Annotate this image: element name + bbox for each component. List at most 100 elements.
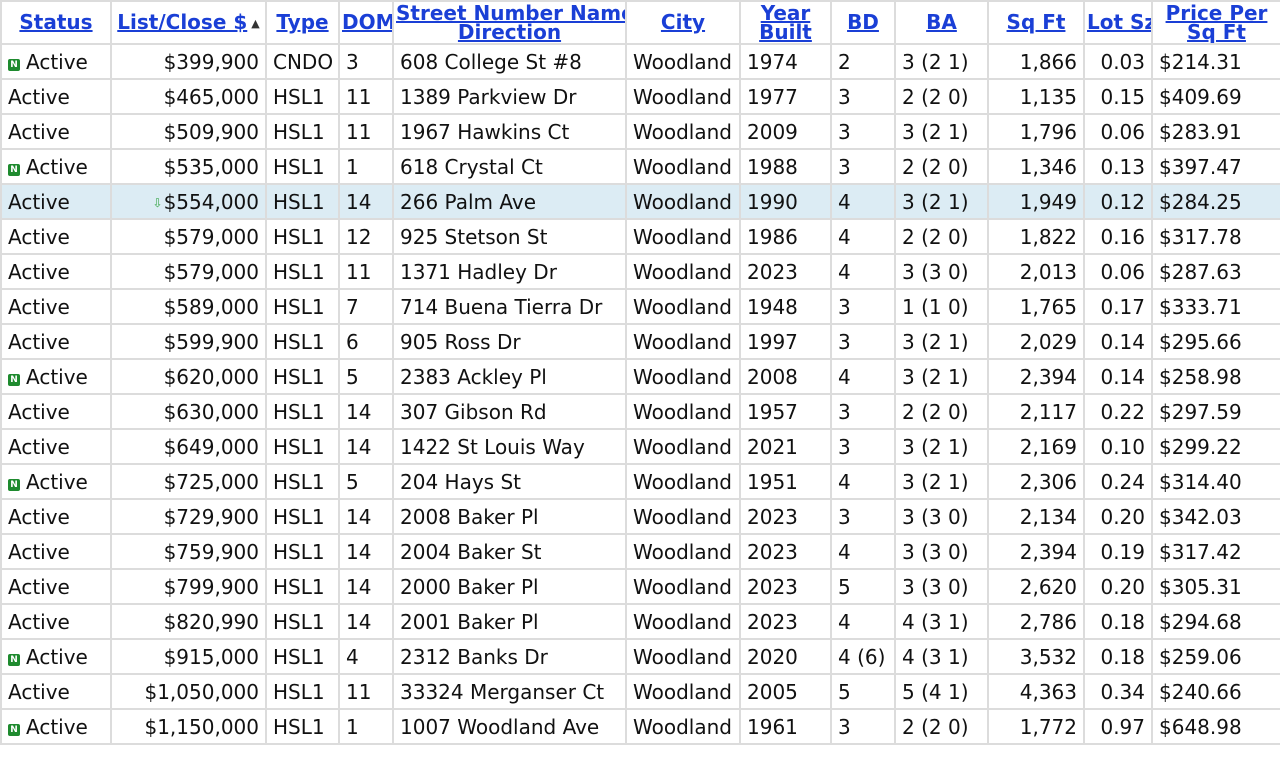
header-status[interactable]: Status [0, 0, 112, 45]
status-text[interactable]: Active [26, 470, 88, 494]
address-cell[interactable]: 204 Hays St [392, 463, 627, 500]
status-cell[interactable]: Active [0, 428, 112, 465]
table-row[interactable]: Active $599,900 HSL1 6 905 Ross Dr Woodland 19… [0, 323, 1280, 360]
address-cell[interactable]: 618 Crystal Ct [392, 148, 627, 185]
table-row[interactable]: N Active $620,000 HSL1 5 2383 Ackley Pl Woodla… [0, 358, 1280, 395]
sort-sqft-link[interactable]: Sq Ft [1007, 10, 1066, 34]
header-ba[interactable]: BA [894, 0, 989, 45]
status-cell[interactable]: N Active [0, 358, 112, 395]
status-text[interactable]: Active [8, 330, 70, 354]
header-year-built[interactable]: Year Built [739, 0, 832, 45]
table-row[interactable]: Active $799,900 HSL1 14 2000 Baker Pl Woodlan… [0, 568, 1280, 605]
sort-dom-link[interactable]: DOM [342, 10, 391, 34]
status-text[interactable]: Active [8, 435, 70, 459]
table-row[interactable]: Active $579,000 HSL1 11 1371 Hadley Dr Woodla… [0, 253, 1280, 290]
table-row[interactable]: Active $579,000 HSL1 12 925 Stetson St Woodla… [0, 218, 1280, 255]
table-row[interactable]: Active $589,000 HSL1 7 714 Buena Tierra Dr Wo… [0, 288, 1280, 325]
header-dom[interactable]: DOM [338, 0, 394, 45]
status-text[interactable]: Active [8, 505, 70, 529]
table-row[interactable]: Active $1,050,000 HSL1 11 33324 Merganser Ct… [0, 673, 1280, 710]
status-cell[interactable]: Active [0, 393, 112, 430]
address-cell[interactable]: 33324 Merganser Ct [392, 673, 627, 710]
sort-ascending-icon[interactable]: ▲ [251, 14, 259, 33]
status-text[interactable]: Active [8, 610, 70, 634]
address-cell[interactable]: 1389 Parkview Dr [392, 78, 627, 115]
address-cell[interactable]: 1007 Woodland Ave [392, 708, 627, 745]
sort-address-link[interactable]: Street Number Name Direction [396, 3, 624, 42]
table-row[interactable]: Active $630,000 HSL1 14 307 Gibson Rd Woodlan… [0, 393, 1280, 430]
header-city[interactable]: City [625, 0, 741, 45]
status-cell[interactable]: N Active [0, 638, 112, 675]
address-cell[interactable]: 2004 Baker St [392, 533, 627, 570]
status-text[interactable]: Active [8, 190, 70, 214]
status-text[interactable]: Active [26, 715, 88, 739]
sort-lot-link[interactable]: Lot Sz [1087, 10, 1150, 34]
table-row[interactable]: Active $729,900 HSL1 14 2008 Baker Pl Woodlan… [0, 498, 1280, 535]
header-type[interactable]: Type [265, 0, 340, 45]
address-cell[interactable]: 307 Gibson Rd [392, 393, 627, 430]
sort-ppsf-link[interactable]: Price Per Sq Ft [1166, 3, 1268, 42]
status-cell[interactable]: Active [0, 603, 112, 640]
status-text[interactable]: Active [26, 645, 88, 669]
status-text[interactable]: Active [26, 365, 88, 389]
status-cell[interactable]: N Active [0, 43, 112, 80]
sort-bd-link[interactable]: BD [847, 10, 879, 34]
header-bd[interactable]: BD [830, 0, 896, 45]
status-text[interactable]: Active [8, 575, 70, 599]
table-row[interactable]: N Active $1,150,000 HSL1 1 1007 Woodland Ave W… [0, 708, 1280, 745]
status-text[interactable]: Active [26, 50, 88, 74]
status-cell[interactable]: Active [0, 323, 112, 360]
status-cell[interactable]: Active [0, 218, 112, 255]
status-text[interactable]: Active [8, 260, 70, 284]
status-cell[interactable]: Active [0, 533, 112, 570]
header-lot-size[interactable]: Lot Sz [1083, 0, 1153, 45]
status-text[interactable]: Active [8, 680, 70, 704]
status-cell[interactable]: Active [0, 78, 112, 115]
status-text[interactable]: Active [8, 400, 70, 424]
table-row[interactable]: Active $759,900 HSL1 14 2004 Baker St Woodlan… [0, 533, 1280, 570]
address-cell[interactable]: 1967 Hawkins Ct [392, 113, 627, 150]
status-cell[interactable]: Active [0, 113, 112, 150]
status-text[interactable]: Active [8, 225, 70, 249]
status-cell[interactable]: Active [0, 673, 112, 710]
address-cell[interactable]: 2008 Baker Pl [392, 498, 627, 535]
status-cell[interactable]: Active [0, 568, 112, 605]
table-row[interactable]: Active ⇩$554,000 HSL1 14 266 Palm Ave Woodlan… [0, 183, 1280, 220]
sort-city-link[interactable]: City [661, 10, 705, 34]
address-cell[interactable]: 925 Stetson St [392, 218, 627, 255]
sort-year-link[interactable]: Year Built [759, 3, 812, 42]
status-cell[interactable]: Active [0, 183, 112, 220]
table-row[interactable]: N Active $915,000 HSL1 4 2312 Banks Dr Woodlan… [0, 638, 1280, 675]
sort-ba-link[interactable]: BA [926, 10, 957, 34]
status-text[interactable]: Active [26, 155, 88, 179]
table-row[interactable]: Active $465,000 HSL1 11 1389 Parkview Dr Wood… [0, 78, 1280, 115]
status-cell[interactable]: Active [0, 253, 112, 290]
table-row[interactable]: Active $509,900 HSL1 11 1967 Hawkins Ct Woodl… [0, 113, 1280, 150]
status-text[interactable]: Active [8, 85, 70, 109]
address-cell[interactable]: 905 Ross Dr [392, 323, 627, 360]
address-cell[interactable]: 2001 Baker Pl [392, 603, 627, 640]
table-row[interactable]: Active $820,990 HSL1 14 2001 Baker Pl Woodlan… [0, 603, 1280, 640]
sort-type-link[interactable]: Type [276, 10, 328, 34]
status-text[interactable]: Active [8, 120, 70, 144]
address-cell[interactable]: 2312 Banks Dr [392, 638, 627, 675]
header-address[interactable]: Street Number Name Direction [392, 0, 627, 45]
sort-price-link[interactable]: List/Close $ [117, 10, 247, 34]
address-cell[interactable]: 1422 St Louis Way [392, 428, 627, 465]
sort-status-link[interactable]: Status [19, 10, 92, 34]
status-cell[interactable]: N Active [0, 463, 112, 500]
status-cell[interactable]: N Active [0, 148, 112, 185]
header-price[interactable]: List/Close $ ▲ [110, 0, 267, 45]
address-cell[interactable]: 266 Palm Ave [392, 183, 627, 220]
status-cell[interactable]: Active [0, 288, 112, 325]
header-sqft[interactable]: Sq Ft [987, 0, 1085, 45]
table-row[interactable]: N Active $725,000 HSL1 5 204 Hays St Woodland 1… [0, 463, 1280, 500]
address-cell[interactable]: 608 College St #8 [392, 43, 627, 80]
address-cell[interactable]: 2383 Ackley Pl [392, 358, 627, 395]
address-cell[interactable]: 1371 Hadley Dr [392, 253, 627, 290]
status-text[interactable]: Active [8, 295, 70, 319]
address-cell[interactable]: 2000 Baker Pl [392, 568, 627, 605]
status-cell[interactable]: Active [0, 498, 112, 535]
table-row[interactable]: N Active $399,900 CNDO 3 608 College St #8 Woo… [0, 43, 1280, 80]
status-text[interactable]: Active [8, 540, 70, 564]
